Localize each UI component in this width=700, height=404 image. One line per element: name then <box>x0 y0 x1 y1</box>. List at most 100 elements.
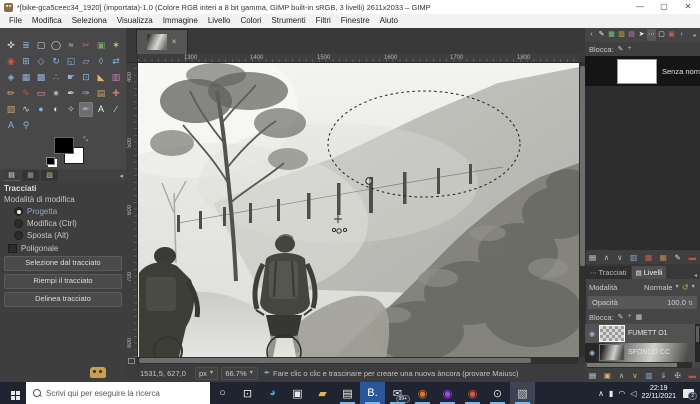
layer-row-fumetto[interactable]: ◉ FUMETT O1 <box>585 324 700 343</box>
tool-zoom[interactable]: ⚲ <box>19 118 33 133</box>
tool-ellipse-select[interactable]: ◯ <box>49 38 63 53</box>
canvas-image[interactable] <box>138 63 579 357</box>
paint-along-path-button[interactable]: ✎ <box>675 251 681 264</box>
visibility-eye-icon[interactable]: ◉ <box>588 349 596 357</box>
tool-rectangle-select[interactable]: ▢ <box>34 38 48 53</box>
tab-menu-button[interactable]: ◂ <box>690 32 698 39</box>
menu-item[interactable]: Filtri <box>311 14 336 28</box>
tool-handle-transform[interactable]: ☛ <box>64 70 78 85</box>
tool-n-point-deformation[interactable]: ∴ <box>49 70 63 85</box>
unit-dropdown[interactable]: px ▼ <box>195 367 218 380</box>
minimize-button[interactable]: — <box>628 0 652 14</box>
tool-shear[interactable]: ▱ <box>79 54 93 69</box>
tab-tool-options[interactable]: ▤ <box>3 170 20 181</box>
mode-value[interactable]: Normale <box>644 283 672 292</box>
tray-chevron-icon[interactable]: ∧ <box>598 389 604 398</box>
edit-mode-radio[interactable]: Modifica (Ctrl) <box>14 219 122 228</box>
edit-mode-radio[interactable]: Progetta <box>14 207 122 216</box>
new-layer-button[interactable]: ▤ <box>589 369 596 382</box>
obs-icon[interactable]: ⊙ <box>485 382 510 404</box>
tool-free-select[interactable]: ≈ <box>64 38 78 53</box>
tool-measure[interactable]: ∕ <box>109 102 123 117</box>
explorer-icon[interactable]: ▰ <box>310 382 335 404</box>
layers-horizontal-scrollbar[interactable] <box>587 362 692 368</box>
cortana-icon[interactable]: ○ <box>210 382 235 404</box>
mail-icon[interactable]: ✉ 99+ <box>385 382 410 404</box>
layer-row-sfondo[interactable]: ◉ SFONDO CC <box>585 343 700 362</box>
swap-colors-icon[interactable]: ⤡ <box>83 137 88 144</box>
taskbar-search-input[interactable]: Scrivi qui per eseguire la ricerca <box>26 382 210 404</box>
edge-icon[interactable]: ◕ <box>260 382 285 404</box>
tool-clone[interactable]: ▤ <box>94 86 108 101</box>
tool-pencil[interactable]: ✏ <box>4 86 18 101</box>
tool-dodge-burn[interactable]: ◐ <box>49 102 63 117</box>
horizontal-scrollbar[interactable] <box>137 357 578 364</box>
tool-gradient[interactable]: ▥ <box>109 70 123 85</box>
opacity-slider[interactable]: Opacità 100.0 ⇅ <box>588 296 697 309</box>
volume-icon[interactable]: ◁ <box>630 389 636 398</box>
lock-position-layers-icon[interactable]: + <box>627 313 631 321</box>
channels-tab-icon[interactable]: ▣ <box>667 29 676 41</box>
tab-device-status[interactable]: ▦ <box>22 170 39 181</box>
foreground-color-swatch[interactable] <box>54 137 74 154</box>
visibility-eye-icon[interactable]: ◉ <box>588 330 596 338</box>
tool-fuzzy-select[interactable]: ✶ <box>109 38 123 53</box>
tool-color-picker[interactable]: ✧ <box>64 102 78 117</box>
lock-strokes-icon[interactable]: ✎ <box>618 45 624 53</box>
tool-bucket-fill[interactable]: ◣ <box>94 70 108 85</box>
wifi-icon[interactable]: ◠ <box>618 389 625 398</box>
tool-paintbrush[interactable]: ✎ <box>19 86 33 101</box>
lower-path-button[interactable]: ∨ <box>617 251 623 264</box>
lower-layer-button[interactable]: ∨ <box>632 369 638 382</box>
menu-item[interactable]: Strumenti <box>266 14 310 28</box>
anchor-layer-button[interactable]: ✠ <box>674 369 680 382</box>
tab-images[interactable]: ▧ <box>41 170 58 181</box>
duplicate-layer-button[interactable]: ▥ <box>645 369 652 382</box>
raise-layer-button[interactable]: ∧ <box>619 369 625 382</box>
scroll-right-icon[interactable]: › <box>677 29 686 41</box>
history-tab-icon[interactable]: ▢ <box>657 29 666 41</box>
tool-perspective[interactable]: ◊ <box>94 54 108 69</box>
menu-item[interactable]: Immagine <box>158 14 203 28</box>
paths-tab-icon[interactable]: ⋯ <box>647 29 656 41</box>
tool-scissors-select[interactable]: ✂ <box>79 38 93 53</box>
menu-item[interactable]: Colori <box>236 14 267 28</box>
chevron-down-icon[interactable]: ▼ <box>674 284 679 290</box>
tool-scale[interactable]: ◱ <box>64 54 78 69</box>
menu-item[interactable]: Aiuto <box>375 14 403 28</box>
menu-item[interactable]: Modifica <box>27 14 67 28</box>
delete-layer-button[interactable]: ▬ <box>688 369 696 382</box>
battery-icon[interactable]: ▮ <box>609 389 613 398</box>
zoom-dropdown[interactable]: 66.7% ▼ <box>221 367 258 380</box>
tool-blur-sharpen[interactable]: ● <box>34 102 48 117</box>
palettes-tab-icon[interactable]: ▤ <box>627 29 636 41</box>
navigation-button[interactable] <box>578 357 585 364</box>
tool-unified-transform[interactable]: ◇ <box>34 54 48 69</box>
path-row-senza-nome[interactable]: Senza nome <box>585 56 700 86</box>
tool-crop[interactable]: ⊞ <box>19 54 33 69</box>
selection-from-path-button[interactable]: Selezione dal tracciato <box>4 256 122 271</box>
chrome-icon[interactable]: ◉ <box>460 382 485 404</box>
tool-cage-transform[interactable]: ▩ <box>34 70 48 85</box>
brushes-tab-icon[interactable]: ✎ <box>597 29 606 41</box>
layers-scrollbar[interactable] <box>695 324 700 362</box>
lock-alpha-icon[interactable]: ▦ <box>636 313 643 321</box>
tool-alignment[interactable]: ≣ <box>19 38 33 53</box>
notification-center-icon[interactable]: 2 <box>683 389 694 398</box>
tool-airbrush[interactable]: ∗ <box>49 86 63 101</box>
tool-eraser[interactable]: ▭ <box>34 86 48 101</box>
tool-ink[interactable]: ✒ <box>64 86 78 101</box>
tool-select-by-color[interactable]: ◉ <box>4 54 18 69</box>
polygonal-checkbox[interactable]: Poligonale <box>8 244 122 253</box>
scroll-left-icon[interactable]: ‹ <box>587 29 596 41</box>
tool-warp-transform[interactable]: ▦ <box>19 70 33 85</box>
lock-position-icon[interactable]: + <box>627 45 631 53</box>
tool-perspective-clone[interactable]: ▧ <box>4 102 18 117</box>
menu-item[interactable]: Livello <box>203 14 236 28</box>
selection-to-path-button[interactable]: ▦ <box>660 251 667 264</box>
tool-paths[interactable]: ✒ <box>79 102 93 117</box>
mode-switch-icon[interactable]: ↺ <box>682 283 689 292</box>
firefox-icon[interactable]: ◉ <box>410 382 435 404</box>
path-to-selection-button[interactable]: ▩ <box>645 251 652 264</box>
new-group-button[interactable]: ▣ <box>604 369 611 382</box>
